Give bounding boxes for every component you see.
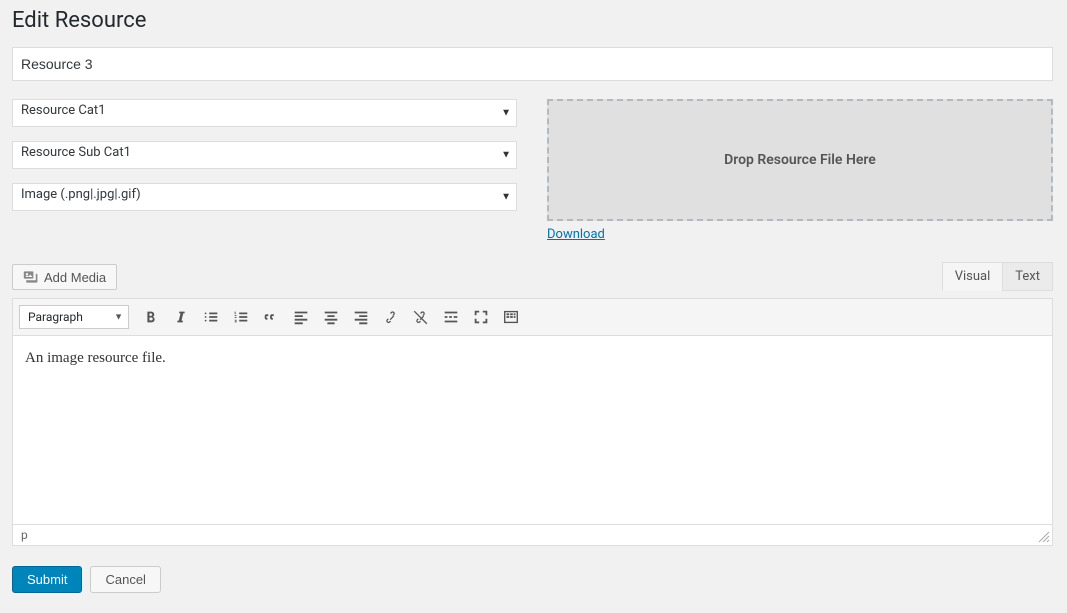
toolbar-toggle-icon <box>502 308 520 326</box>
link-button[interactable] <box>377 303 405 331</box>
numbered-list-icon <box>232 308 250 326</box>
bullet-list-button[interactable] <box>197 303 225 331</box>
file-dropzone[interactable]: Drop Resource File Here <box>547 99 1053 221</box>
element-path: p <box>21 528 28 542</box>
toolbar-toggle-button[interactable] <box>497 303 525 331</box>
unlink-button[interactable] <box>407 303 435 331</box>
resize-handle-icon[interactable] <box>1038 531 1050 543</box>
editor-status-bar: p <box>12 525 1053 546</box>
link-icon <box>382 308 400 326</box>
tab-visual[interactable]: Visual <box>942 262 1004 291</box>
format-select[interactable]: Paragraph ▼ <box>19 305 129 329</box>
italic-button[interactable] <box>167 303 195 331</box>
numbered-list-button[interactable] <box>227 303 255 331</box>
align-center-button[interactable] <box>317 303 345 331</box>
category-select-value: Resource Cat1 <box>12 99 517 127</box>
quote-icon <box>262 308 280 326</box>
blockquote-button[interactable] <box>257 303 285 331</box>
subcategory-select-value: Resource Sub Cat1 <box>12 141 517 169</box>
add-media-button[interactable]: Add Media <box>12 264 117 290</box>
format-select-value: Paragraph <box>19 305 129 329</box>
editor-content[interactable]: An image resource file. <box>12 335 1053 525</box>
bold-button[interactable] <box>137 303 165 331</box>
add-media-label: Add Media <box>44 270 106 285</box>
media-icon <box>23 269 39 285</box>
submit-button[interactable]: Submit <box>12 566 82 593</box>
read-more-icon <box>442 308 460 326</box>
download-link[interactable]: Download <box>547 227 605 242</box>
read-more-button[interactable] <box>437 303 465 331</box>
italic-icon <box>172 308 190 326</box>
tab-text[interactable]: Text <box>1002 262 1053 291</box>
category-select[interactable]: Resource Cat1 ▼ <box>12 99 517 127</box>
align-left-icon <box>292 308 310 326</box>
unlink-icon <box>412 308 430 326</box>
bold-icon <box>142 308 160 326</box>
fullscreen-icon <box>472 308 490 326</box>
page-title: Edit Resource <box>12 8 1053 33</box>
cancel-button[interactable]: Cancel <box>90 566 160 593</box>
editor-toolbar: Paragraph ▼ <box>12 298 1053 335</box>
filetype-select-value: Image (.png|.jpg|.gif) <box>12 183 517 211</box>
align-right-icon <box>352 308 370 326</box>
align-left-button[interactable] <box>287 303 315 331</box>
subcategory-select[interactable]: Resource Sub Cat1 ▼ <box>12 141 517 169</box>
align-right-button[interactable] <box>347 303 375 331</box>
resource-title-input[interactable] <box>12 47 1053 81</box>
align-center-icon <box>322 308 340 326</box>
fullscreen-button[interactable] <box>467 303 495 331</box>
dropzone-label: Drop Resource File Here <box>724 152 876 168</box>
bullet-list-icon <box>202 308 220 326</box>
filetype-select[interactable]: Image (.png|.jpg|.gif) ▼ <box>12 183 517 211</box>
